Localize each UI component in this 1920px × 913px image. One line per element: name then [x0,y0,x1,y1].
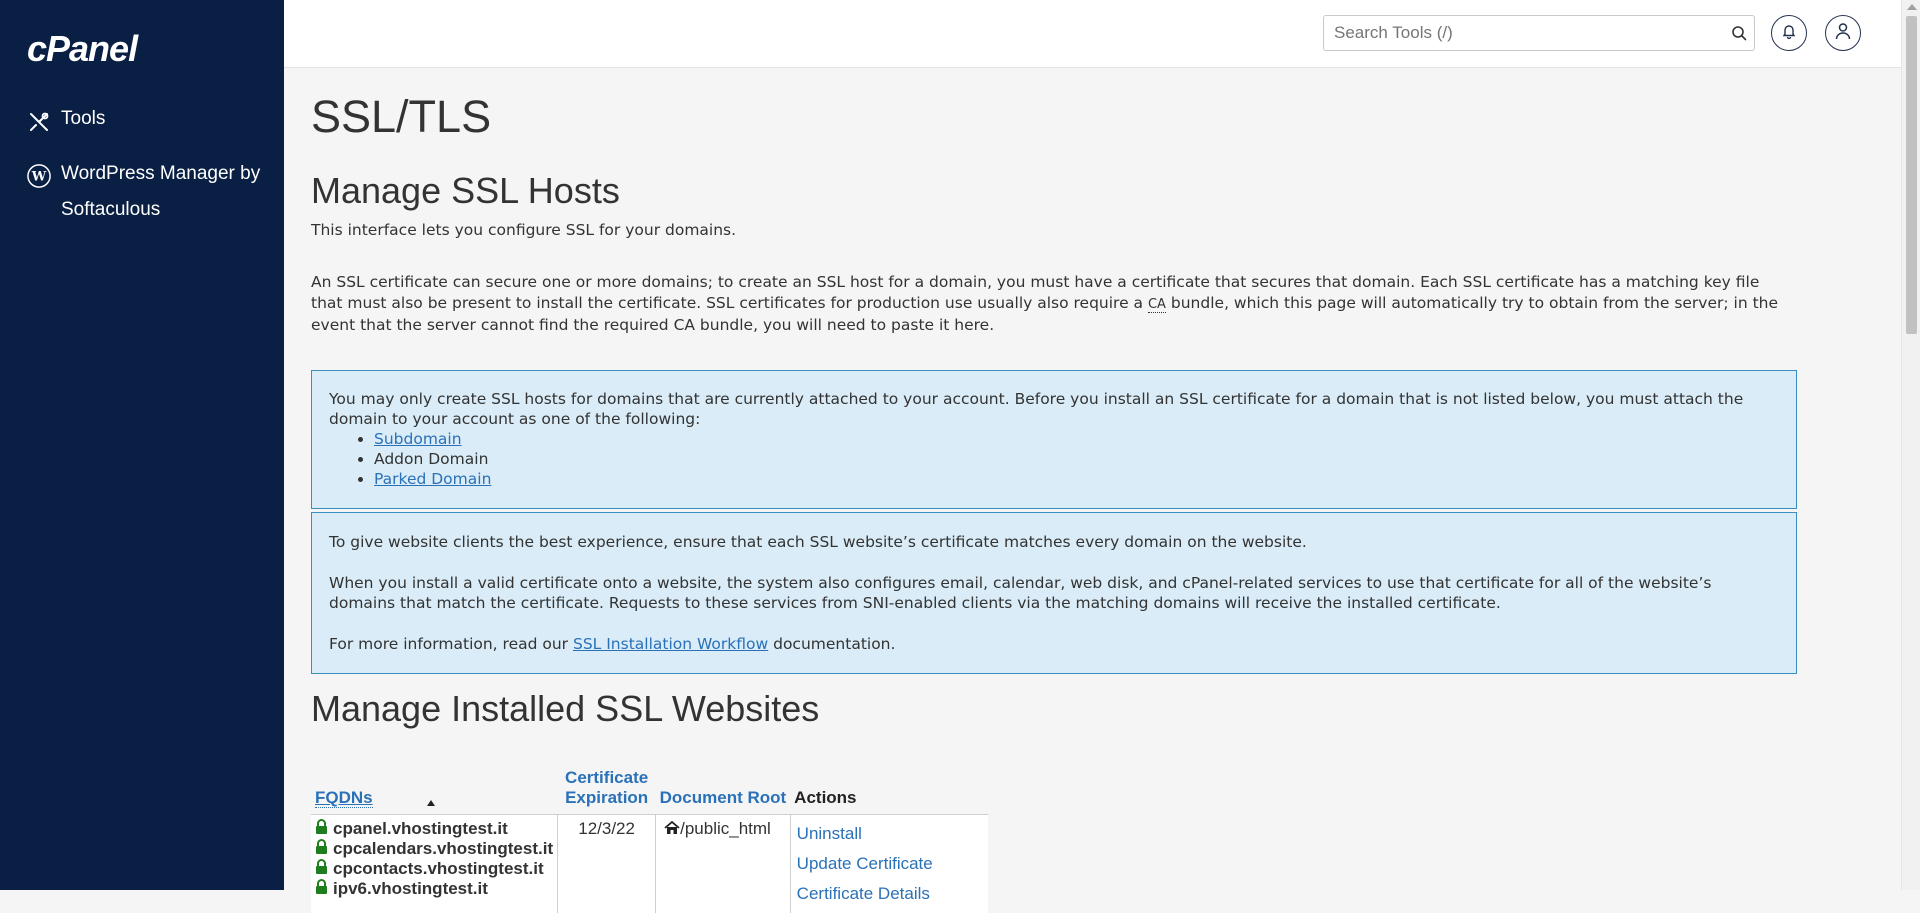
notifications-button[interactable] [1771,15,1807,51]
actions-cell: Uninstall Update Certificate Certificate… [790,815,988,913]
alert-text: documentation. [768,635,895,653]
fqdn-cell: cpanel.vhostingtest.it cpcalendars.vhost… [311,815,558,913]
wordpress-icon: W [27,164,51,188]
document-root-cell: /public_html [656,815,791,913]
column-header-document-root[interactable]: Document Root [656,766,791,815]
alert-text: You may only create SSL hosts for domain… [329,389,1779,429]
lock-icon [315,859,328,879]
certificate-details-link[interactable]: Certificate Details [797,879,983,909]
alert-paragraph: When you install a valid certificate ont… [329,573,1779,613]
fqdn-entry: cpanel.vhostingtest.it [315,819,553,839]
scrollbar-thumb[interactable] [1906,16,1917,334]
fqdn-text: cpanel.vhostingtest.it [333,819,508,839]
search-input[interactable] [1324,23,1724,43]
fqdn-text: cpcalendars.vhostingtest.it [333,839,553,859]
manage-ssl-hosts-heading: Manage SSL Hosts [311,170,620,212]
sidebar-item-label: Tools [61,108,105,130]
sidebar-item-tools[interactable]: Tools [27,108,105,134]
column-header-actions: Actions [790,766,988,815]
alert-paragraph: To give website clients the best experie… [329,532,1779,552]
subdomain-link[interactable]: Subdomain [374,430,462,448]
header-label: Expiration [562,788,652,808]
header-label: Certificate [562,768,652,788]
list-item: Subdomain [374,429,1779,449]
uninstall-link[interactable]: Uninstall [797,819,983,849]
svg-text:W: W [31,170,47,185]
top-bar [284,0,1901,68]
sort-ascending-icon [427,800,435,806]
search-box [1323,15,1755,51]
fqdn-text: ipv6.vhostingtest.it [333,879,488,899]
intro-text: This interface lets you configure SSL fo… [311,220,736,241]
bell-icon [1782,23,1796,44]
table-row: cpanel.vhostingtest.it cpcalendars.vhost… [311,815,988,913]
fqdns-header-label[interactable]: FQDNs [315,788,373,808]
ssl-description: An SSL certificate can secure one or mor… [311,272,1791,336]
lock-icon [315,879,328,899]
alert-text: For more information, read our [329,635,573,653]
certificate-info-alert: To give website clients the best experie… [311,512,1797,674]
sidebar-item-label: WordPress Manager by Softaculous [61,156,267,228]
page-scrollbar[interactable] [1901,0,1920,890]
ca-abbreviation: CA [1148,297,1166,313]
update-certificate-link[interactable]: Update Certificate [797,849,983,879]
fqdn-entry: ipv6.vhostingtest.it [315,879,553,899]
lock-icon [315,839,328,859]
fqdn-entry: cpcalendars.vhostingtest.it [315,839,553,859]
domain-info-alert: You may only create SSL hosts for domain… [311,370,1797,509]
lock-icon [315,819,328,839]
user-menu-button[interactable] [1825,15,1861,51]
manage-installed-ssl-websites-heading: Manage Installed SSL Websites [311,688,819,730]
parked-domain-link[interactable]: Parked Domain [374,470,491,488]
fqdn-text: cpcontacts.vhostingtest.it [333,859,544,879]
ssl-installation-workflow-link[interactable]: SSL Installation Workflow [573,635,768,653]
alert-paragraph: For more information, read our SSL Insta… [329,634,1779,654]
column-header-certificate-expiration[interactable]: CertificateExpiration [558,766,656,815]
page-title: SSL/TLS [311,91,491,143]
tools-icon [27,110,51,134]
home-icon [664,819,680,838]
document-root-text: /public_html [680,819,771,838]
sidebar: cPanel Tools W WordPress Manager by Soft… [0,0,284,890]
sidebar-item-wordpress-manager[interactable]: W WordPress Manager by Softaculous [27,158,267,228]
scroll-up-arrow-icon[interactable] [1907,4,1917,10]
column-header-fqdns[interactable]: FQDNs [311,766,558,815]
list-item: Addon Domain [374,449,1779,469]
fqdn-entry: cpcontacts.vhostingtest.it [315,859,553,879]
expiration-cell: 12/3/22 [558,815,656,913]
addon-domain-text: Addon Domain [374,450,488,468]
user-icon [1835,22,1851,45]
domain-type-list: Subdomain Addon Domain Parked Domain [329,429,1779,489]
ssl-websites-table: FQDNs CertificateExpiration Document Roo… [311,766,988,913]
cpanel-logo[interactable]: cPanel [27,28,137,70]
list-item: Parked Domain [374,469,1779,489]
search-icon[interactable] [1724,25,1754,41]
